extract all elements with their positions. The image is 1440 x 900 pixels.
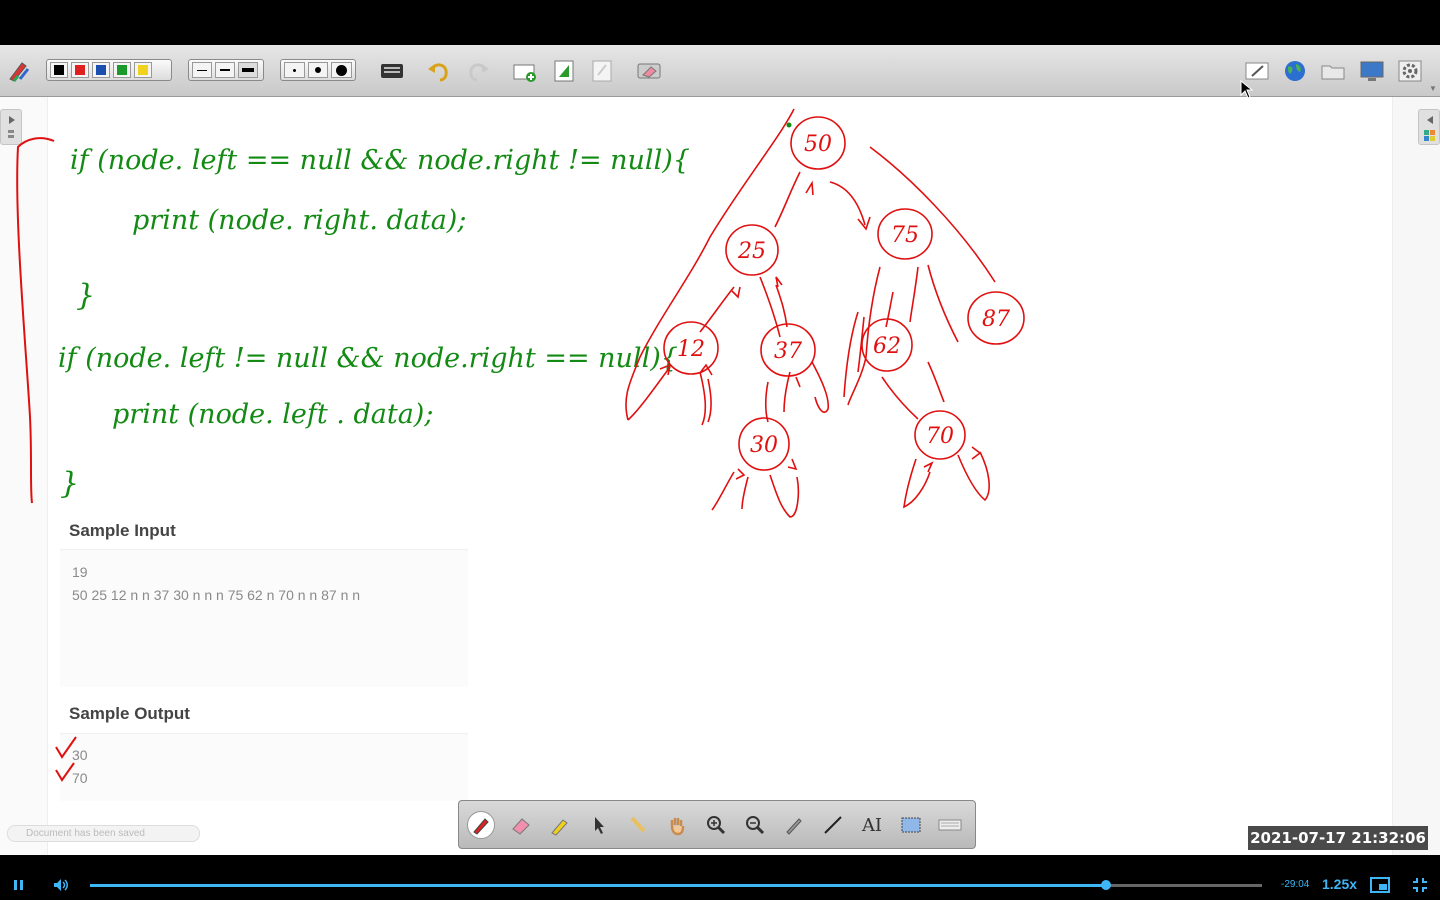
timestamp: 2021-07-17 21:32:06: [1248, 826, 1428, 850]
color-picker: [46, 59, 172, 81]
progress-bar[interactable]: [90, 880, 1262, 890]
saved-toast: Document has been saved: [7, 825, 200, 842]
code-line-2: print (node. right. data);: [132, 205, 466, 236]
exit-fullscreen-icon[interactable]: [1412, 877, 1428, 893]
tree-node-label: 70: [926, 424, 954, 449]
whiteboard-canvas[interactable]: Sample Input 19 50 25 12 n n 37 30 n n n…: [0, 97, 1440, 855]
tree-node-label: 25: [737, 239, 766, 264]
dot-small-button[interactable]: [284, 62, 305, 78]
color-swatch-1[interactable]: [71, 62, 89, 78]
tree-node-label: 12: [677, 337, 705, 362]
pointer-icon[interactable]: [585, 811, 613, 839]
check-mark-icon: [55, 762, 75, 782]
screen-capture-icon[interactable]: [897, 811, 925, 839]
left-bracket-stroke: [16, 137, 55, 504]
check-mark-icon: [55, 736, 77, 759]
tree-node-label: 75: [891, 223, 919, 248]
keyboard-icon[interactable]: [379, 59, 405, 83]
highlighter-icon[interactable]: [546, 811, 574, 839]
folder-icon[interactable]: [1320, 59, 1346, 83]
keyboard-icon[interactable]: [936, 811, 964, 839]
blank-page-icon[interactable]: [589, 59, 615, 83]
drawing-tools-palette: AI: [458, 800, 976, 849]
line-medium-button[interactable]: [215, 62, 235, 78]
tree-node-label: 50: [804, 132, 832, 157]
color-swatch-3[interactable]: [113, 62, 131, 78]
dot-large-button[interactable]: [331, 62, 353, 78]
pen-cursor-dot: [786, 122, 792, 128]
display-icon[interactable]: [1359, 59, 1385, 83]
eraser-clear-icon[interactable]: [636, 59, 662, 83]
zoom-in-icon[interactable]: [702, 811, 730, 839]
laser-pointer-icon[interactable]: [624, 811, 652, 839]
tree-nodes: 50 25 75 12 37 62 87 30 70: [663, 116, 1025, 471]
line-thin-button[interactable]: [192, 62, 212, 78]
pen-settings-icon[interactable]: [6, 59, 32, 83]
picture-in-picture-icon[interactable]: [1370, 877, 1390, 893]
progress-knob[interactable]: [1101, 880, 1112, 890]
color-swatch-2[interactable]: [92, 62, 110, 78]
redo-icon[interactable]: [465, 59, 491, 83]
settings-icon[interactable]: [1397, 59, 1423, 83]
time-remaining: -29:04: [1281, 879, 1310, 890]
code-line-4: if (node. left != null && node.right == …: [58, 343, 678, 374]
progress-fill: [90, 884, 1107, 887]
code-line-5: print (node. left . data);: [112, 399, 433, 430]
color-swatch-4[interactable]: [134, 62, 152, 78]
line-icon[interactable]: [819, 811, 847, 839]
tree-node-label: 37: [774, 339, 802, 364]
next-page-icon[interactable]: [551, 59, 577, 83]
dot-medium-button[interactable]: [307, 62, 329, 78]
tree-node-label: 30: [750, 433, 778, 458]
mouse-cursor-icon: [1240, 80, 1254, 99]
toolbar-overflow-icon[interactable]: ▼: [1429, 84, 1437, 93]
tree-node-label: 87: [982, 307, 1010, 332]
text-icon[interactable]: AI: [858, 811, 886, 839]
hand-icon[interactable]: [663, 811, 691, 839]
eraser-icon[interactable]: [507, 811, 535, 839]
color-swatch-0[interactable]: [50, 62, 68, 78]
undo-icon[interactable]: [426, 59, 452, 83]
line-thick-button[interactable]: [238, 62, 258, 78]
screen: ▼ Sample Input 19 50 25 12 n n 37 30 n n…: [0, 0, 1440, 900]
dot-size-picker: [280, 59, 356, 81]
new-page-icon[interactable]: [512, 59, 538, 83]
pen-icon[interactable]: [467, 811, 495, 839]
video-player-bar: -29:04 1.25x: [0, 870, 1440, 900]
brush-icon[interactable]: [780, 811, 808, 839]
tree-node-label: 62: [873, 334, 901, 359]
code-line-6: }: [60, 466, 79, 501]
playback-speed-button[interactable]: 1.25x: [1322, 876, 1357, 892]
globe-icon[interactable]: [1282, 59, 1308, 83]
line-width-picker: [188, 59, 264, 81]
code-line-1: if (node. left == null && node.right != …: [70, 145, 690, 176]
ink-layer: if (node. left == null && node.right != …: [16, 108, 1025, 782]
pause-icon[interactable]: [12, 878, 26, 892]
code-line-3: }: [76, 278, 95, 313]
zoom-out-icon[interactable]: [741, 811, 769, 839]
volume-icon[interactable]: [52, 877, 70, 893]
